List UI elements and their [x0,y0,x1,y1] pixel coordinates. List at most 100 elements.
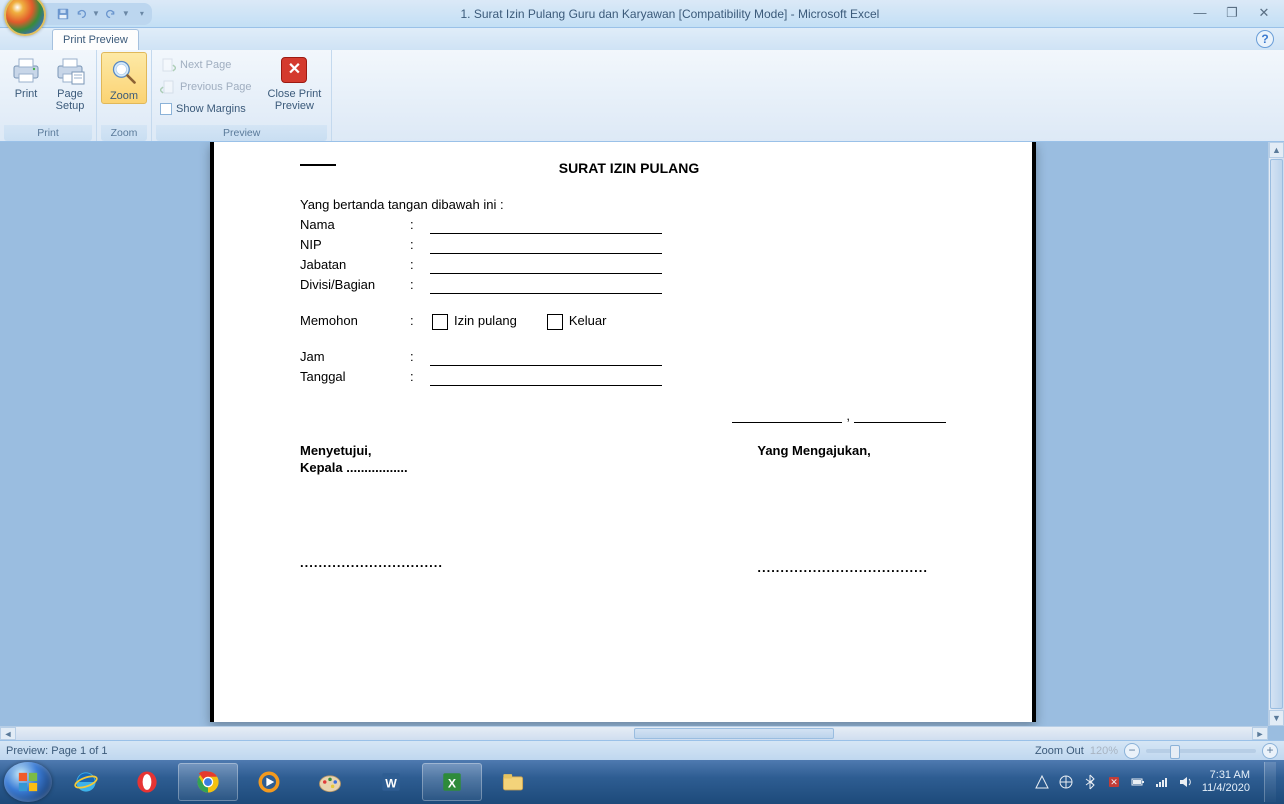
request-dot-line: ..................................... [757,560,928,575]
show-desktop-button[interactable] [1264,762,1276,802]
zoom-in-button[interactable]: + [1262,743,1278,759]
field-label-nip: NIP [300,236,410,254]
start-button[interactable] [4,762,52,802]
approve-dot-line: ............................... [300,555,443,570]
close-button[interactable]: ✕ [1252,6,1276,22]
window-controls: — ❐ ✕ [1188,6,1284,22]
horizontal-scrollbar[interactable]: ◄ ► [0,726,1268,740]
ribbon-group-preview: Next Page Previous Page Show Margins ✕ [152,50,332,141]
page-setup-icon [54,54,86,86]
previous-page-label: Previous Page [180,81,252,93]
svg-text:W: W [385,776,397,790]
undo-icon[interactable] [74,7,88,21]
group-label-print: Print [4,125,92,141]
next-page-icon [160,57,176,73]
magnifier-icon [108,56,140,88]
intro-text: Yang bertanda tangan dibawah ini : [300,196,504,214]
zoom-button[interactable]: Zoom [101,52,147,104]
zoom-value: 120% [1090,745,1118,757]
tray-clock[interactable]: 7:31 AM 11/4/2020 [1202,769,1250,795]
scroll-down-icon[interactable]: ▼ [1269,710,1284,726]
field-line [430,385,662,386]
tab-print-preview[interactable]: Print Preview [52,29,139,50]
vertical-scrollbar[interactable]: ▲ ▼ [1268,142,1284,726]
redo-icon[interactable] [104,7,118,21]
signature-right: Yang Mengajukan, .......................… [757,443,946,575]
next-page-button: Next Page [156,54,256,76]
bluetooth-icon[interactable] [1082,774,1098,790]
request-title: Yang Mengajukan, [757,443,928,458]
close-preview-button[interactable]: ✕ Close Print Preview [262,52,328,114]
statusbar: Preview: Page 1 of 1 Zoom Out 120% − + [0,740,1284,760]
previous-page-button: Previous Page [156,76,256,98]
option-izin-label: Izin pulang [454,312,517,330]
previous-page-icon [160,79,176,95]
field-line [430,253,662,254]
taskbar-ie[interactable] [56,763,116,801]
preview-viewport[interactable]: SURAT IZIN PULANG Yang bertanda tangan d… [2,142,1268,726]
taskbar-media-player[interactable] [239,763,299,801]
ribbon: Print Page Setup Print Zoom Zoom [0,50,1284,142]
taskbar-opera[interactable] [117,763,177,801]
field-line [430,273,662,274]
show-margins-toggle[interactable]: Show Margins [156,98,256,120]
zoom-out-button[interactable]: − [1124,743,1140,759]
taskbar-paint[interactable] [300,763,360,801]
group-label-zoom: Zoom [101,125,147,141]
group-label-preview: Preview [156,125,327,141]
svg-text:✕: ✕ [1110,777,1118,787]
date-date-line [854,422,946,423]
tray-date-text: 11/4/2020 [1202,782,1250,795]
scroll-thumb[interactable] [634,728,834,739]
taskbar: W X ✕ 7:31 AM 11/4/2020 [0,760,1284,804]
field-label-jam: Jam [300,348,410,366]
printer-icon [10,54,42,86]
field-label-tanggal: Tanggal [300,368,410,386]
scroll-up-icon[interactable]: ▲ [1269,142,1284,158]
save-icon[interactable] [56,7,70,21]
wifi-icon[interactable] [1154,774,1170,790]
tray-icon[interactable] [1034,774,1050,790]
zoom-slider[interactable] [1146,749,1256,753]
page-setup-label: Page Setup [56,88,85,112]
taskbar-chrome[interactable] [178,763,238,801]
close-preview-label: Close Print Preview [268,88,322,112]
field-line [430,293,662,294]
taskbar-excel[interactable]: X [422,763,482,801]
page-preview: SURAT IZIN PULANG Yang bertanda tangan d… [210,142,1036,722]
system-tray: ✕ 7:31 AM 11/4/2020 [1034,762,1280,802]
field-label-nama: Nama [300,216,410,234]
maximize-button[interactable]: ❐ [1220,6,1244,22]
field-line [430,365,662,366]
network-icon[interactable] [1058,774,1074,790]
scroll-left-icon[interactable]: ◄ [0,727,16,740]
scroll-right-icon[interactable]: ► [1252,727,1268,740]
status-text: Preview: Page 1 of 1 [6,745,108,757]
approve-title: Menyetujui, [300,443,443,458]
minimize-button[interactable]: — [1188,6,1212,22]
approve-subtitle: Kepala ................. [300,460,443,475]
ribbon-group-zoom: Zoom Zoom [97,50,152,141]
zoom-label: Zoom [110,90,138,102]
security-icon[interactable]: ✕ [1106,774,1122,790]
checkbox-keluar [547,314,563,330]
volume-icon[interactable] [1178,774,1194,790]
page-setup-button[interactable]: Page Setup [48,52,92,114]
preview-area: SURAT IZIN PULANG Yang bertanda tangan d… [0,142,1284,740]
svg-text:X: X [448,776,457,790]
field-label-divisi: Divisi/Bagian [300,276,410,294]
field-label-jabatan: Jabatan [300,256,410,274]
help-icon[interactable]: ? [1256,30,1274,48]
battery-icon[interactable] [1130,774,1146,790]
taskbar-explorer[interactable] [483,763,543,801]
print-button[interactable]: Print [4,52,48,102]
title-dash [300,164,336,166]
scroll-thumb[interactable] [1270,159,1283,709]
print-label: Print [15,88,38,100]
taskbar-word[interactable]: W [361,763,421,801]
ribbon-tabs: Print Preview ? [0,28,1284,50]
field-label-memohon: Memohon [300,312,410,330]
checkbox-izin [432,314,448,330]
window-title: 1. Surat Izin Pulang Guru dan Karyawan [… [152,7,1188,21]
zoom-out-label[interactable]: Zoom Out [1035,745,1084,757]
